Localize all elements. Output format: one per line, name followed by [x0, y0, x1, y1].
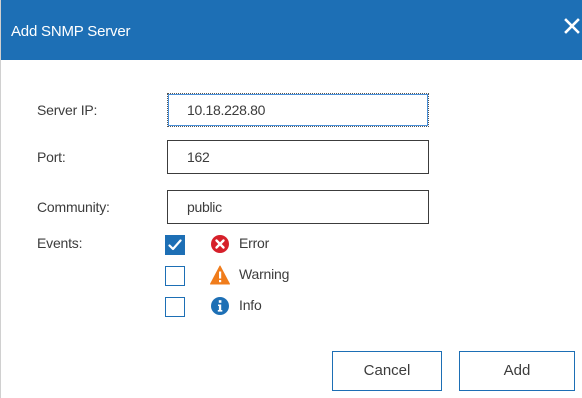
checkmark-icon [168, 239, 182, 251]
warning-icon [210, 265, 230, 285]
error-checkbox[interactable] [165, 235, 185, 255]
error-label: Error [239, 235, 270, 251]
port-label: Port: [37, 149, 66, 165]
info-label: Info [239, 297, 262, 313]
warning-label: Warning [239, 266, 290, 282]
add-button[interactable]: Add [459, 351, 575, 391]
dialog-titlebar: Add SNMP Server [1, 0, 582, 60]
dialog-title: Add SNMP Server [11, 23, 131, 40]
close-icon[interactable] [563, 15, 581, 37]
error-icon [210, 234, 230, 254]
community-label: Community: [37, 199, 110, 215]
add-snmp-server-dialog: Add SNMP Server Server IP: Port: Communi… [0, 0, 582, 398]
info-checkbox[interactable] [165, 297, 185, 317]
info-icon [210, 296, 230, 316]
cancel-button[interactable]: Cancel [332, 351, 442, 391]
events-label: Events: [37, 235, 83, 251]
community-field[interactable] [167, 190, 429, 224]
server-ip-field[interactable] [167, 93, 429, 127]
server-ip-label: Server IP: [37, 102, 98, 118]
port-field[interactable] [167, 140, 429, 174]
warning-checkbox[interactable] [165, 266, 185, 286]
